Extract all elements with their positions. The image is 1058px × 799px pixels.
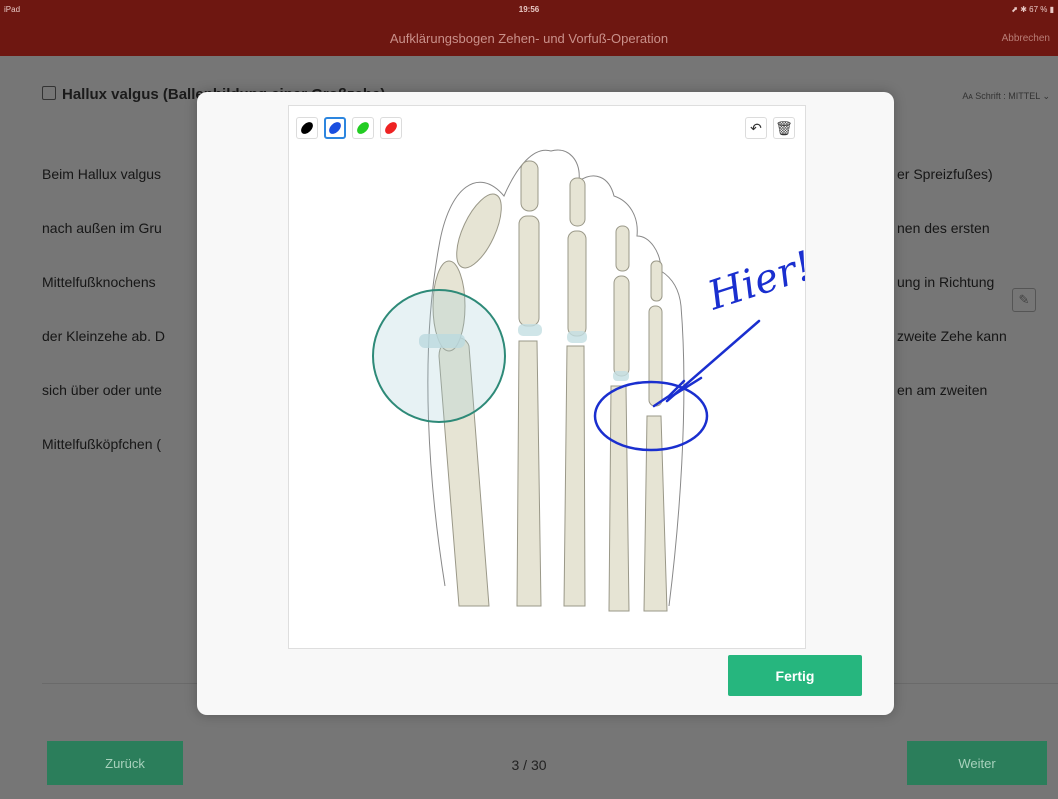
red-pen-icon <box>385 122 397 134</box>
battery-level: 67 % <box>1029 5 1048 14</box>
body-text-left: Beim Hallux valgus nach außen im Gru Mit… <box>42 129 165 471</box>
body-line: nach außen im Gru <box>42 220 162 236</box>
metatarsal-2 <box>516 340 542 607</box>
drawing-canvas[interactable]: Hier! ↶ 🗑 <box>288 105 818 649</box>
metatarsal-3 <box>563 345 586 607</box>
nav-bar: Aufklärungsbogen Zehen- und Vorfuß-Opera… <box>0 18 1058 56</box>
body-line: nen des ersten <box>897 220 990 236</box>
blue-pen-button[interactable] <box>324 117 346 139</box>
joint-4 <box>613 371 629 381</box>
cancel-button[interactable]: Abbrechen <box>1002 33 1050 44</box>
body-line: sich über oder unte <box>42 382 162 398</box>
metatarsal-5 <box>643 415 668 612</box>
phalanx-1-tip <box>456 193 502 269</box>
red-pen-button[interactable] <box>380 117 402 139</box>
checkbox-icon[interactable] <box>42 86 56 100</box>
body-text-right: er Spreizfußes) nen des ersten ung in Ri… <box>897 129 1007 417</box>
body-line: en am zweiten <box>897 382 988 398</box>
body-line: er Spreizfußes) <box>897 166 993 182</box>
body-line: der Kleinzehe ab. D <box>42 328 165 344</box>
page-title: Aufklärungsbogen Zehen- und Vorfuß-Opera… <box>389 31 669 46</box>
done-button[interactable]: Fertig <box>728 655 862 696</box>
body-line: zweite Zehe kann <box>897 328 1007 344</box>
trash-icon[interactable]: 🗑 <box>773 117 795 139</box>
phalanx-2 <box>518 215 540 327</box>
pencil-icon[interactable]: ✎ <box>1012 288 1036 312</box>
battery-indicator: ⬈ ✱ 67 % ▮ <box>1011 5 1054 14</box>
foot-illustration: Hier! <box>372 149 818 612</box>
drawing-dialog: Hier! ↶ 🗑 Fertig <box>197 92 894 715</box>
green-pen-button[interactable] <box>352 117 374 139</box>
blue-pen-icon <box>329 122 341 134</box>
handwritten-note: Hier! <box>702 243 805 320</box>
phalanx-4 <box>613 275 630 377</box>
phalanx-3-tip <box>569 177 586 227</box>
joint-2 <box>518 324 542 336</box>
metatarsal-4 <box>608 385 630 612</box>
joint-3 <box>567 331 587 343</box>
body-line: Mittelfußknochens <box>42 274 156 290</box>
black-pen-icon <box>301 122 313 134</box>
page-indicator: 3 / 30 <box>511 757 547 773</box>
bunion-highlight-circle <box>372 289 506 423</box>
black-pen-button[interactable] <box>296 117 318 139</box>
body-line: Beim Hallux valgus <box>42 166 162 182</box>
phalanx-5-tip <box>650 260 663 302</box>
clock: 19:56 <box>518 5 540 14</box>
status-bar: iPad 19:56 ⬈ ✱ 67 % ▮ <box>0 0 1058 18</box>
undo-icon[interactable]: ↶ <box>745 117 767 139</box>
body-line: Mittelfußköpfchen ( <box>42 436 162 452</box>
phalanx-2-tip <box>520 160 539 212</box>
phalanx-3 <box>567 230 587 337</box>
green-pen-icon <box>357 122 369 134</box>
font-size-control[interactable]: Aᴀ Schrift : MITTEL ⌄ <box>962 91 1050 102</box>
ink-arrow <box>665 319 761 403</box>
body-line: ung in Richtung <box>897 274 995 290</box>
next-button[interactable]: Weiter <box>907 741 1047 785</box>
phalanx-4-tip <box>615 225 630 272</box>
phalanx-5 <box>648 305 663 407</box>
